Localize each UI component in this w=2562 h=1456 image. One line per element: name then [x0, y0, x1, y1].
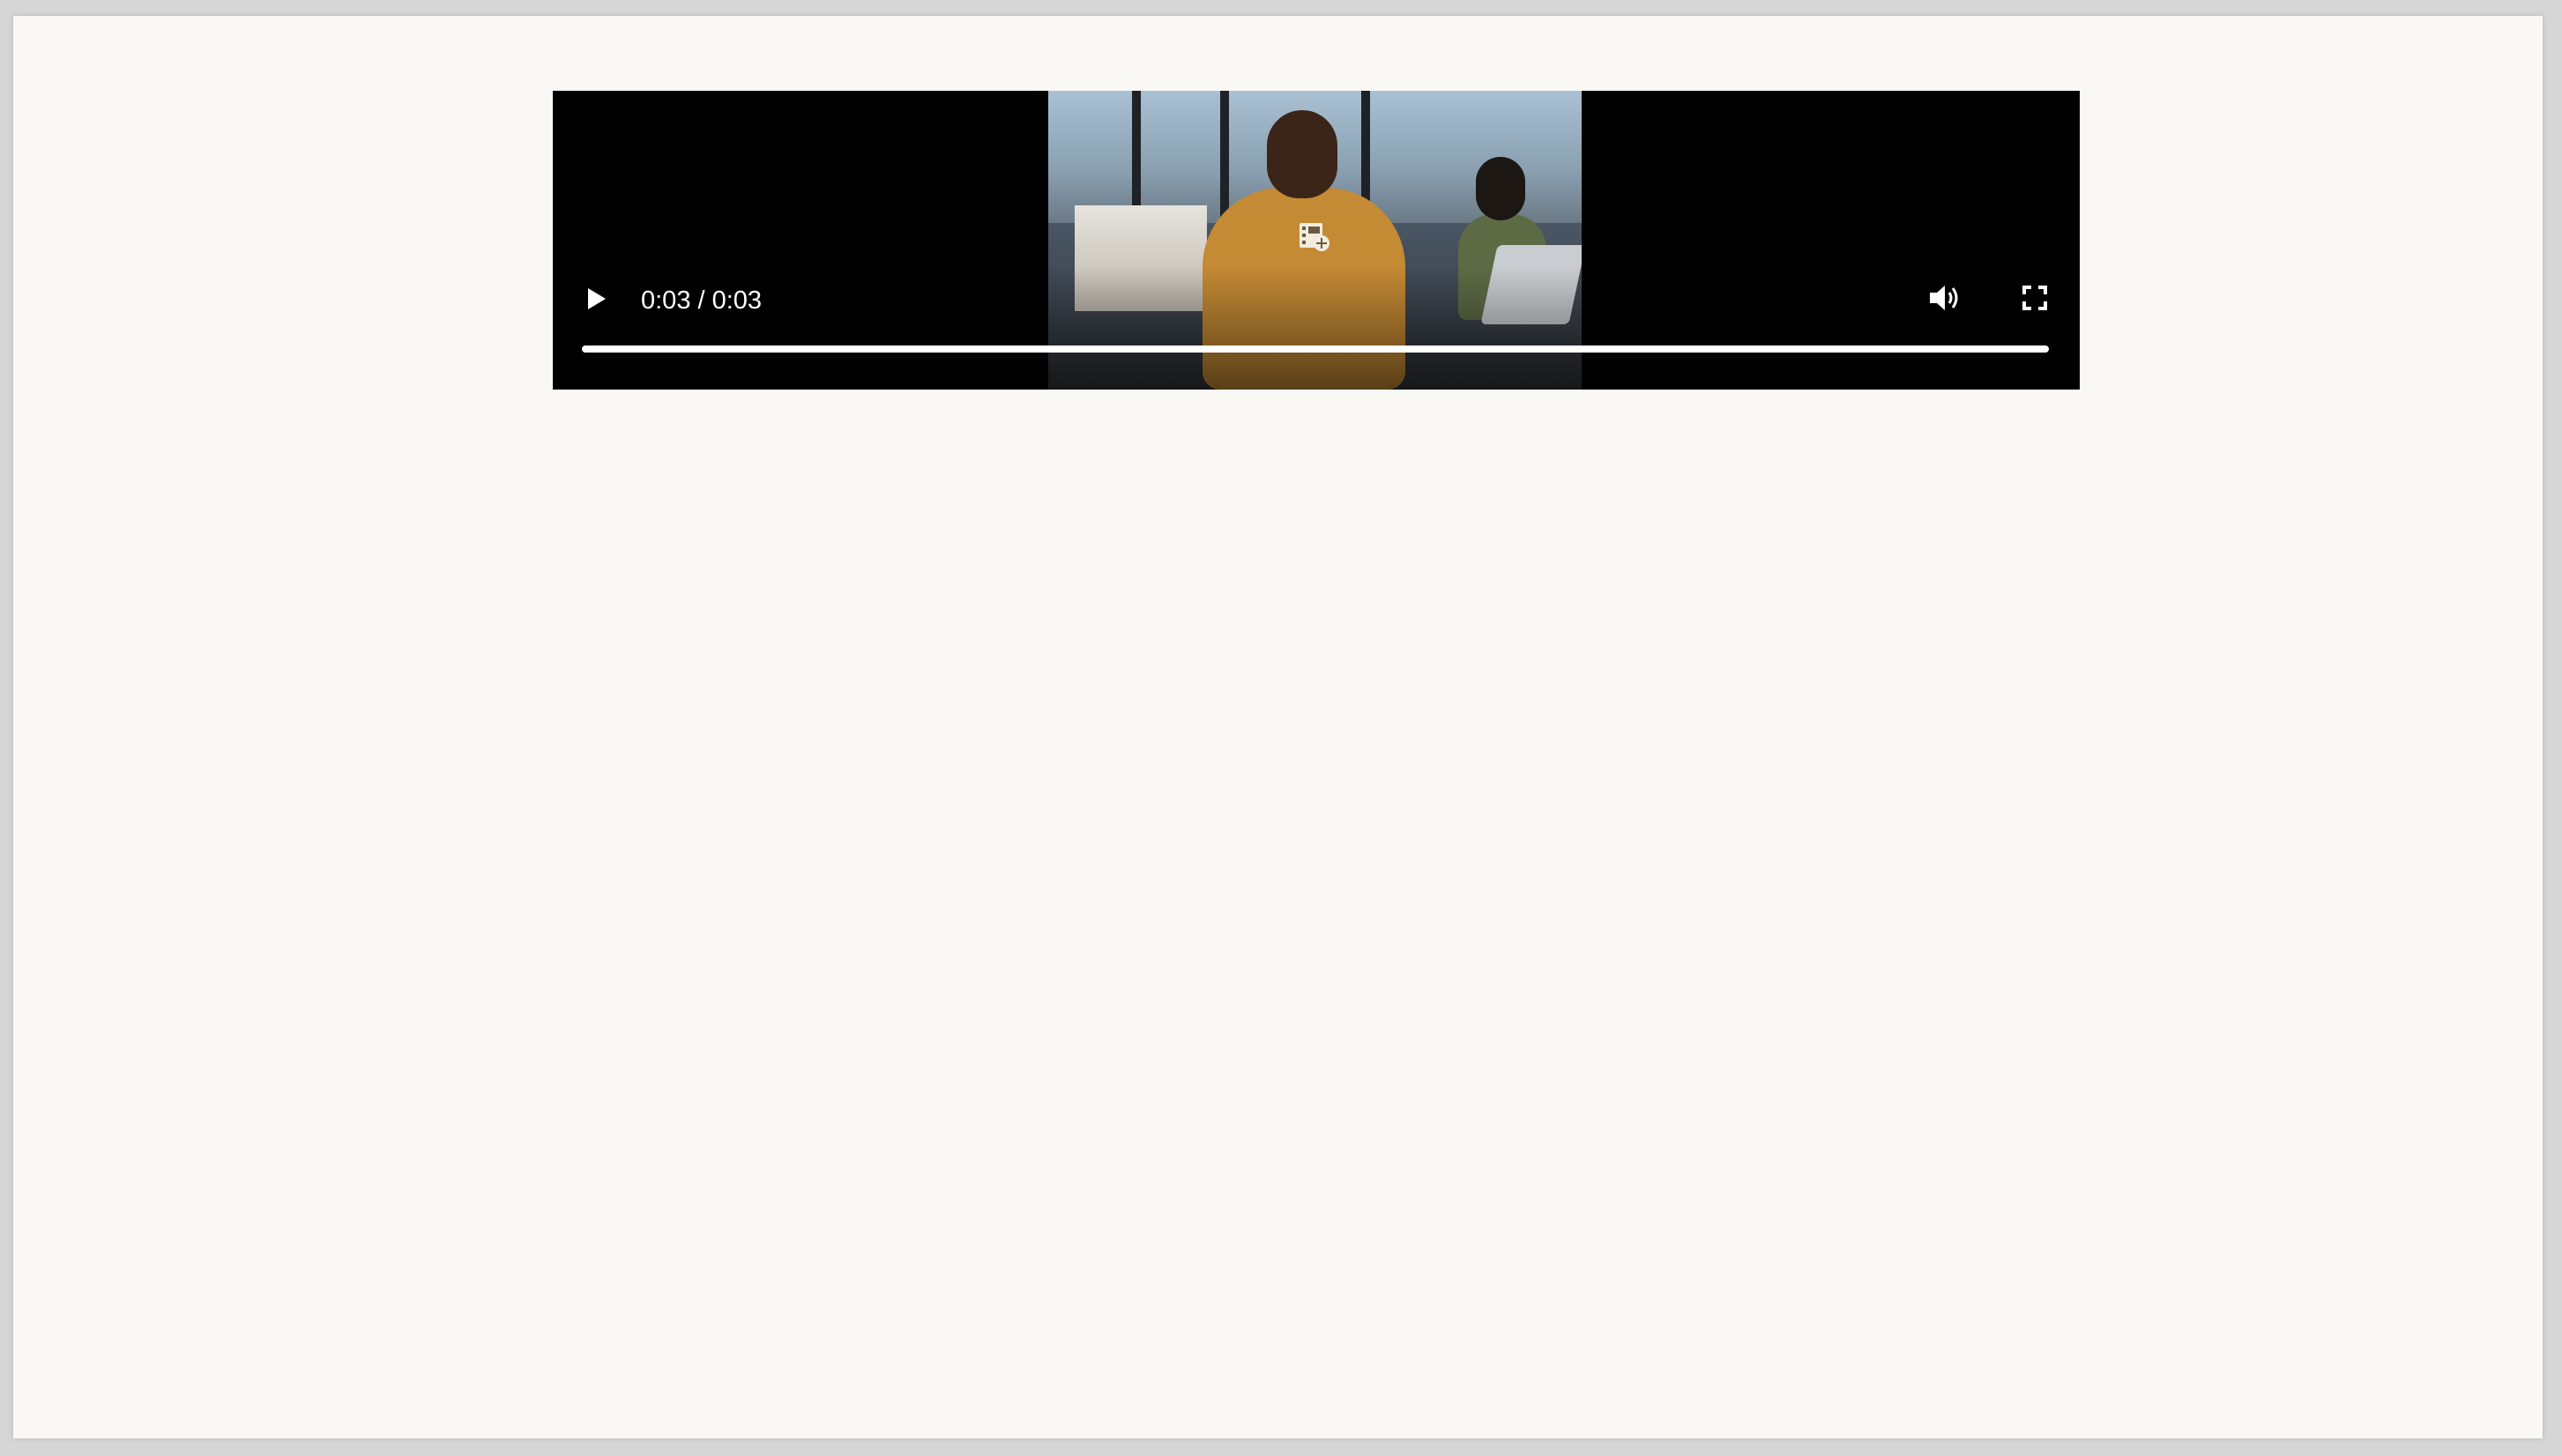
fullscreen-button[interactable]: [2012, 277, 2058, 323]
play-icon: [585, 286, 608, 316]
person-man-head: [1267, 110, 1337, 198]
volume-button[interactable]: [1922, 277, 1968, 323]
video-player[interactable]: 0:03 / 0:03: [553, 91, 2080, 390]
controls-gradient: [1048, 266, 1582, 390]
window-mullion: [1132, 91, 1141, 223]
volume-icon: [1928, 283, 1962, 317]
video-add-icon: [1298, 221, 1331, 253]
time-display: 0:03 / 0:03: [641, 286, 763, 315]
progress-bar[interactable]: [582, 345, 2049, 353]
fullscreen-icon: [2022, 285, 2047, 315]
play-button[interactable]: [575, 279, 619, 323]
progress-fill: [582, 345, 2049, 353]
window-mullion: [1220, 91, 1229, 223]
person-woman-head: [1476, 157, 1525, 220]
